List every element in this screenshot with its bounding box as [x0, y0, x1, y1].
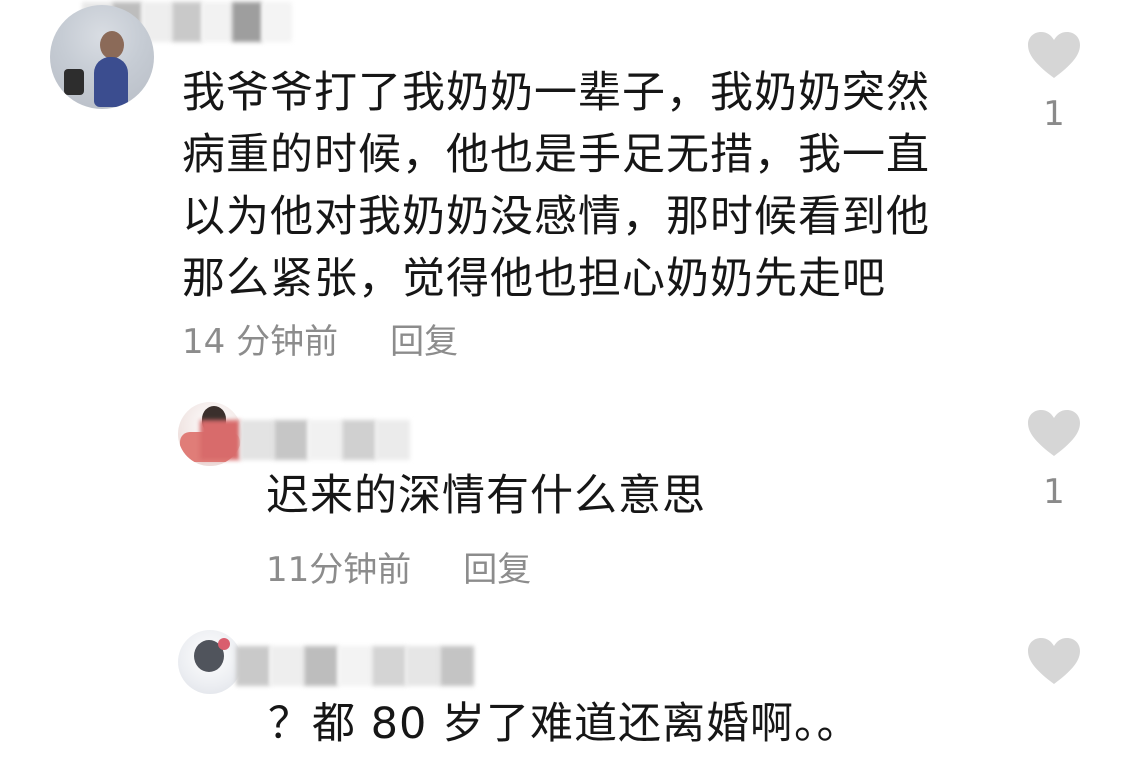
like-count: 1	[1043, 472, 1065, 512]
comment-time: 11分钟前	[266, 550, 412, 590]
heart-icon	[1028, 410, 1080, 456]
like-count: 1	[1043, 94, 1065, 134]
reply-button[interactable]: 回复	[390, 322, 458, 362]
like-button[interactable]	[1024, 636, 1084, 686]
avatar[interactable]	[178, 630, 242, 694]
avatar[interactable]	[50, 5, 154, 109]
heart-icon	[1028, 638, 1080, 684]
username-masked[interactable]	[200, 418, 410, 462]
like-button[interactable]: 1	[1024, 408, 1084, 512]
comment-time: 14 分钟前	[182, 322, 339, 362]
username-masked[interactable]	[236, 644, 474, 688]
comment-text: 我爷爷打了我奶奶一辈子，我奶奶突然病重的时候，他也是手足无措，我一直以为他对我奶…	[182, 68, 930, 304]
reply-button[interactable]: 回复	[463, 550, 531, 590]
comment-text: ？都 80 岁了难道还离婚啊。。	[268, 699, 861, 749]
comment-meta: 11分钟前 回复	[266, 550, 531, 590]
heart-icon	[1028, 32, 1080, 78]
like-button[interactable]: 1	[1024, 30, 1084, 134]
comment-text: 迟来的深情有什么意思	[266, 471, 706, 521]
comment-meta: 14 分钟前 回复	[182, 322, 458, 362]
